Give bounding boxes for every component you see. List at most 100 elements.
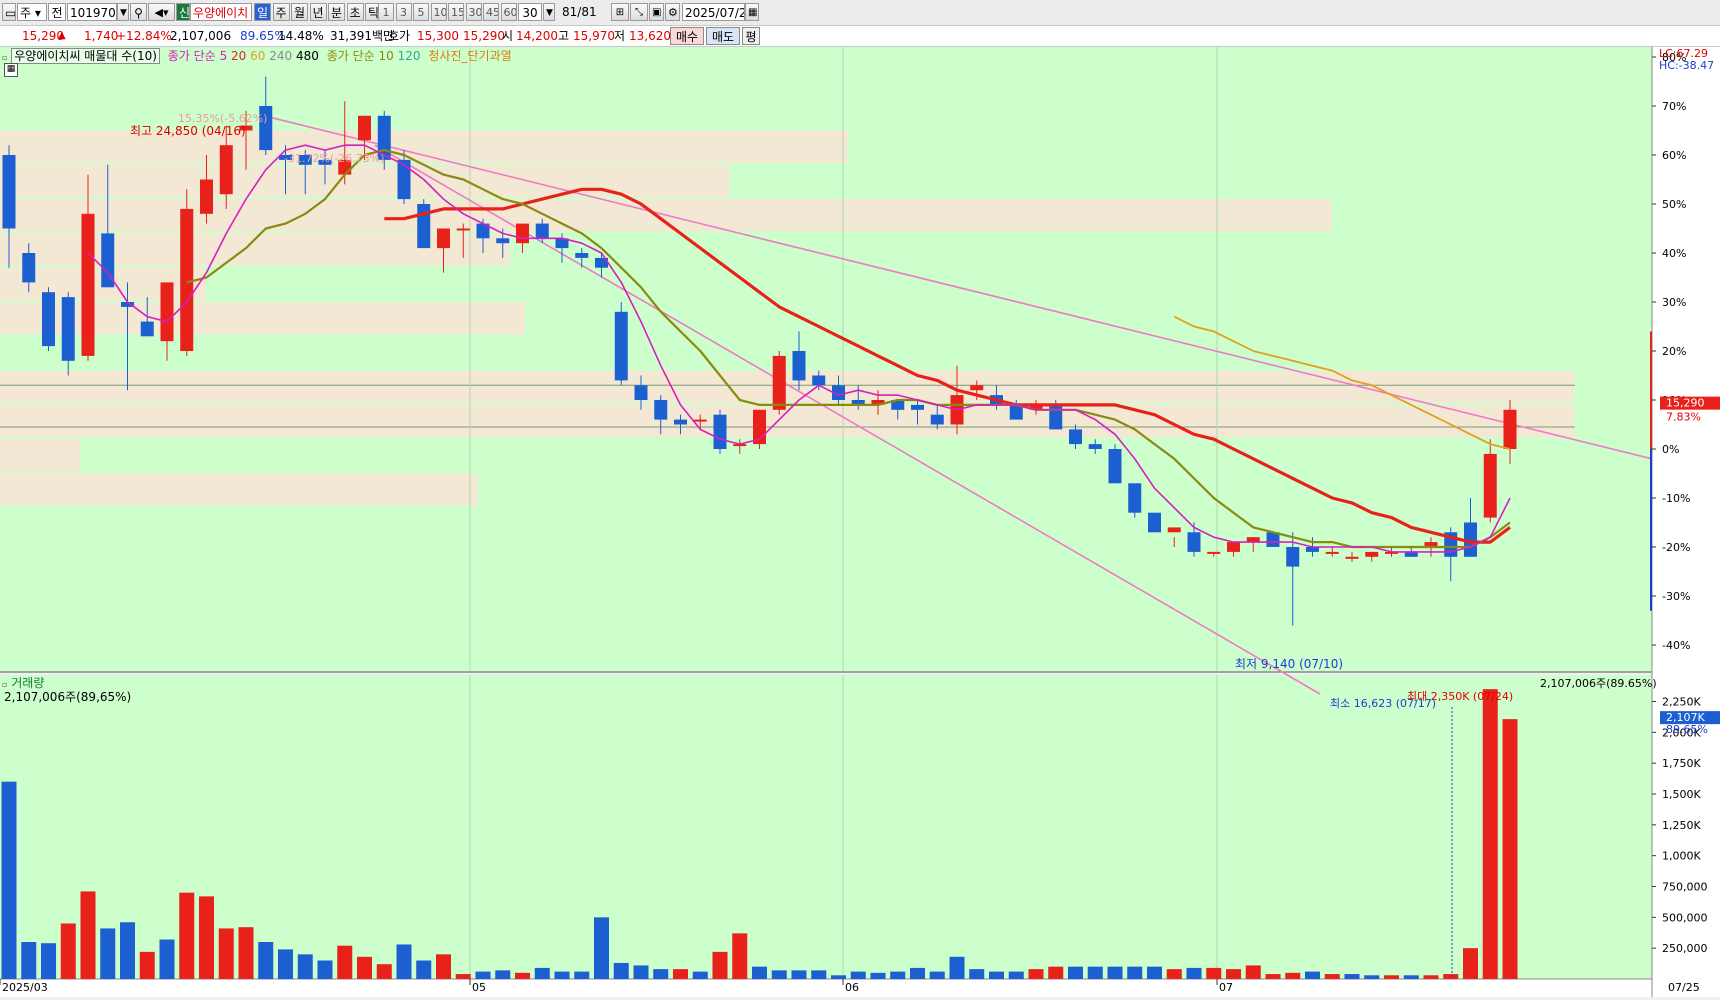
low-annotation: 최저 9,140 (07/10) bbox=[1235, 657, 1343, 671]
volume-bar bbox=[1265, 974, 1281, 979]
open-price: 14,200 bbox=[516, 29, 558, 43]
stock-name[interactable]: 우양에이치 bbox=[190, 3, 252, 21]
volume-bar bbox=[989, 971, 1004, 979]
interval-button-3[interactable]: 3 bbox=[395, 3, 412, 21]
ma2-120: 120 bbox=[397, 49, 421, 63]
save-icon[interactable]: ▣ bbox=[649, 3, 664, 21]
volume-y-tick-label: 1,500K bbox=[1662, 788, 1701, 801]
link-icon[interactable]: ⊞ bbox=[611, 3, 629, 21]
volume-bar bbox=[475, 971, 491, 979]
interval-dropdown-icon[interactable]: ▼ bbox=[543, 3, 555, 21]
volume-bar bbox=[1245, 965, 1261, 979]
volume-current-top: 2,107,006주(89.65%) bbox=[1540, 677, 1657, 690]
volume-y-tick-label: 1,250K bbox=[1662, 819, 1701, 832]
volume-y-tick-label: 500,000 bbox=[1662, 911, 1708, 924]
interval-button-60[interactable]: 60 bbox=[500, 3, 517, 21]
code-dropdown-icon[interactable]: ▼ bbox=[117, 3, 129, 21]
interval-button-10[interactable]: 10 bbox=[430, 3, 447, 21]
candle-body bbox=[1148, 512, 1161, 533]
volume-bar bbox=[1463, 948, 1478, 979]
zoom-icon[interactable]: ⤡ bbox=[630, 3, 648, 21]
market-select[interactable]: 전 bbox=[48, 3, 66, 21]
stock-chart-svg: 2025/0305060707/2580%70%60%50%40%30%20%1… bbox=[0, 47, 1720, 997]
buy-button[interactable]: 매수 bbox=[670, 27, 704, 45]
ma1-240: 240 bbox=[269, 49, 293, 63]
volume-bar bbox=[376, 964, 392, 979]
volume-y-tick-label: 250,000 bbox=[1662, 942, 1708, 955]
legend-marker: ▫ bbox=[2, 53, 8, 62]
candle-body bbox=[1049, 404, 1063, 430]
ma1-60: 60 bbox=[250, 49, 266, 63]
candle-body bbox=[634, 385, 648, 400]
candle-body bbox=[456, 228, 470, 231]
candle-body bbox=[535, 223, 549, 239]
ask-price-1: 15,300 bbox=[417, 29, 459, 43]
ma2-label[interactable]: 종가 단순 bbox=[327, 49, 375, 63]
y-tick-label: 0% bbox=[1662, 443, 1679, 456]
volume-bar bbox=[139, 951, 155, 979]
volume-bar bbox=[712, 951, 728, 979]
candle-body bbox=[1088, 444, 1102, 449]
candle-body bbox=[1187, 532, 1201, 552]
volume-bar bbox=[673, 969, 688, 979]
date-input[interactable]: 2025/07/25 bbox=[682, 3, 745, 21]
period-select-value: 주 bbox=[20, 6, 32, 20]
code-input[interactable]: 101970 bbox=[67, 3, 117, 21]
interval-button-1[interactable]: 1 bbox=[378, 3, 394, 21]
candle-body bbox=[1108, 449, 1122, 484]
volume-bar bbox=[1403, 975, 1419, 979]
y-tick-label: 40% bbox=[1662, 247, 1686, 260]
candle-body bbox=[911, 404, 924, 410]
y-tick-label: 30% bbox=[1662, 296, 1686, 309]
interval-button-45[interactable]: 45 bbox=[483, 3, 499, 21]
candle-body bbox=[1069, 429, 1082, 445]
candle-body bbox=[160, 282, 174, 342]
volume-value: 2,107,006 bbox=[170, 29, 232, 43]
period-button-1[interactable]: 주 bbox=[272, 3, 290, 21]
volume-bar bbox=[554, 971, 570, 979]
volume-bar bbox=[1482, 689, 1498, 979]
period-button-2[interactable]: 월 bbox=[291, 3, 308, 21]
candle-body bbox=[219, 145, 233, 195]
period-select[interactable]: 주 ▾ bbox=[17, 3, 47, 21]
window-menu-icon[interactable]: ▭ bbox=[2, 3, 16, 21]
volume-current-pct: 89.65% bbox=[1666, 723, 1708, 736]
signal-label[interactable]: 청사진_단기과열 bbox=[428, 49, 511, 63]
calendar-icon[interactable]: ▦ bbox=[745, 3, 759, 21]
x-tick-label: 06 bbox=[845, 981, 859, 994]
volume-bar bbox=[791, 970, 807, 979]
y-tick-label: 20% bbox=[1662, 345, 1686, 358]
open-label: 시 bbox=[502, 29, 514, 43]
y-tick-label: 60% bbox=[1662, 149, 1686, 162]
interval-button-15[interactable]: 15 bbox=[448, 3, 464, 21]
price-change-pct: +12.84% bbox=[116, 29, 172, 43]
volume-bar bbox=[120, 922, 135, 979]
main-title[interactable]: 우양에이치씨 매물대 수(10) bbox=[11, 48, 160, 64]
volume-bar bbox=[455, 974, 471, 979]
volume-bar bbox=[21, 942, 37, 979]
gear-icon[interactable]: ⚙ bbox=[665, 3, 680, 21]
period-button-0[interactable]: 일 bbox=[254, 3, 271, 21]
sound-icon[interactable]: ◀▾ bbox=[148, 3, 175, 21]
sell-button[interactable]: 매도 bbox=[706, 27, 740, 45]
volume-bar bbox=[1443, 974, 1459, 979]
volume-bar bbox=[594, 917, 609, 979]
period-button-5[interactable]: 초 bbox=[346, 3, 364, 21]
eval-button[interactable]: 평 bbox=[742, 27, 760, 45]
candle-body bbox=[22, 253, 36, 283]
volume-bar bbox=[910, 967, 925, 979]
search-icon[interactable]: ⚲ bbox=[130, 3, 147, 21]
candle-body bbox=[1483, 453, 1497, 518]
period-button-3[interactable]: 년 bbox=[309, 3, 327, 21]
volume-bar bbox=[613, 962, 629, 979]
interval-button-30[interactable]: 30 bbox=[465, 3, 482, 21]
volume-bar bbox=[1324, 974, 1340, 979]
interval-input[interactable]: 30 bbox=[518, 3, 542, 21]
period-button-4[interactable]: 분 bbox=[328, 3, 345, 21]
y-tick-label: 50% bbox=[1662, 198, 1686, 211]
candle-body bbox=[970, 385, 984, 391]
volume-bar bbox=[337, 945, 353, 979]
ma1-label[interactable]: 종가 단순 bbox=[168, 49, 216, 63]
table-toggle-icon[interactable]: ▦ bbox=[4, 63, 18, 77]
interval-button-5[interactable]: 5 bbox=[413, 3, 429, 21]
